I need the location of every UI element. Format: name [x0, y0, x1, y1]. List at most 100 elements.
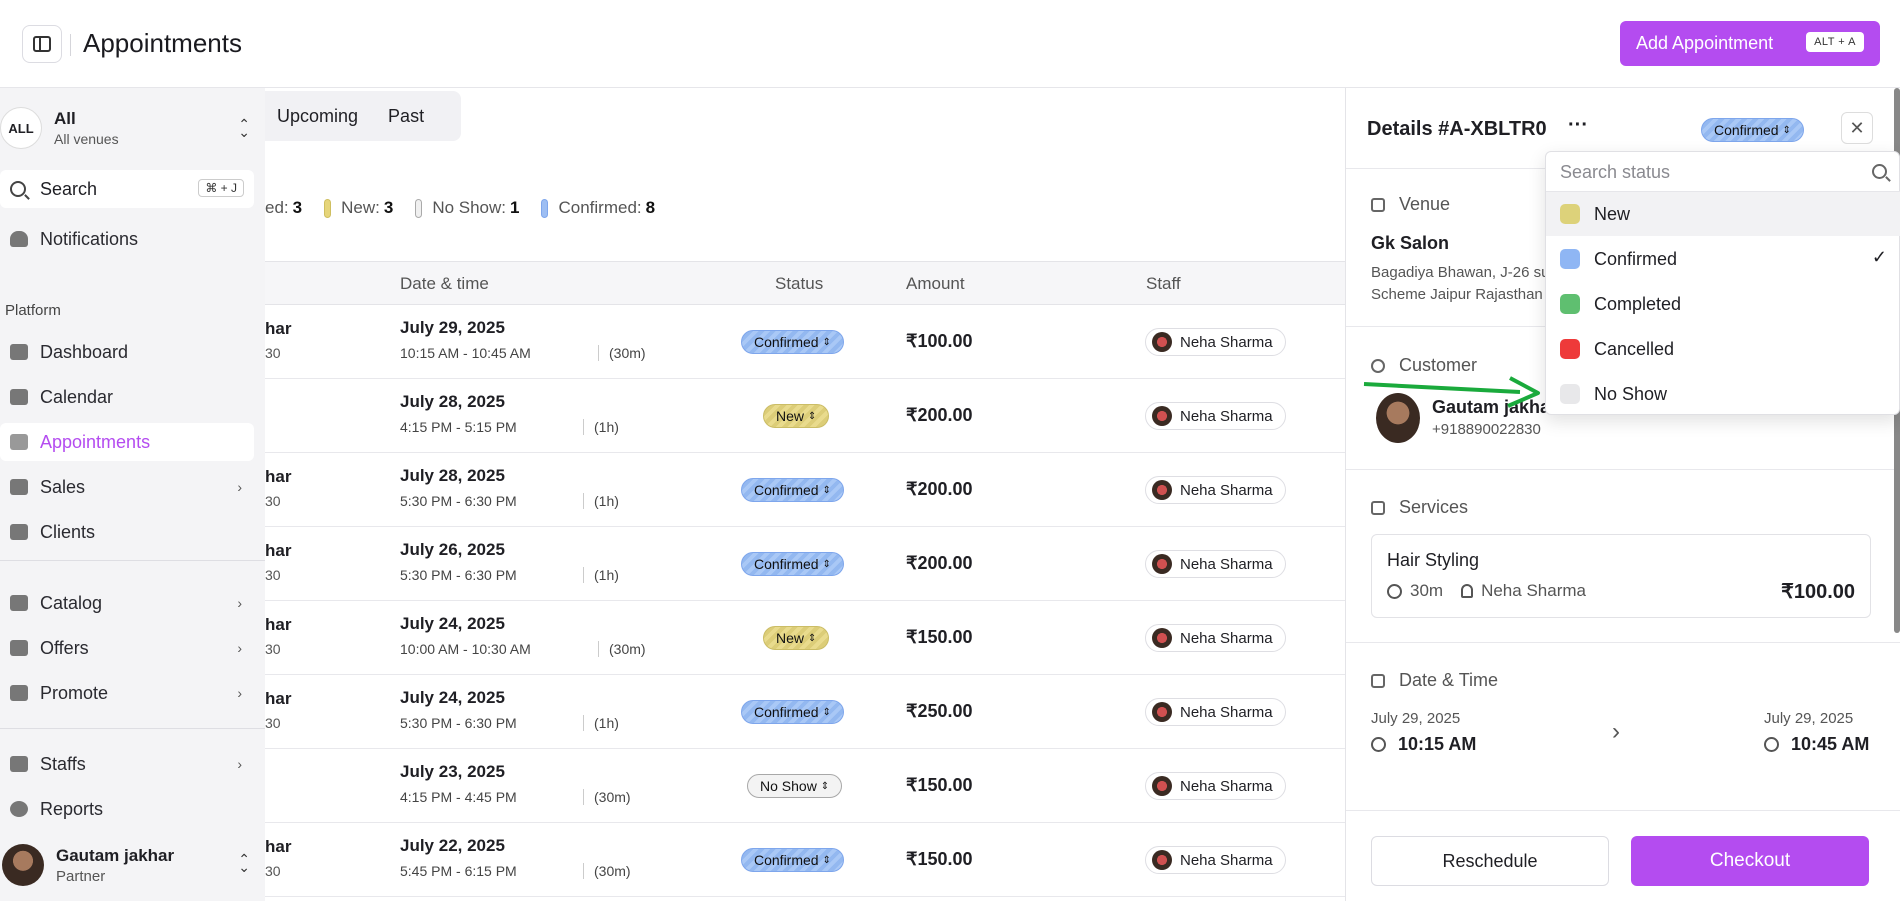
tab-past[interactable]: Past	[388, 106, 424, 127]
venue-selector[interactable]: ALL All All venues ⌃ ⌄	[0, 100, 262, 156]
appointment-amount: ₹200.00	[906, 479, 973, 499]
sidebar-item-calendar[interactable]: Calendar	[0, 378, 254, 416]
status-badge[interactable]: Confirmed ⇕	[741, 848, 844, 872]
staff-chip: Neha Sharma	[1145, 698, 1286, 726]
calendar-icon	[10, 389, 28, 405]
column-header-staff: Staff	[1146, 274, 1181, 293]
color-swatch	[1560, 294, 1580, 314]
chevron-up-down-icon: ⇕	[807, 632, 817, 644]
venue-sub: All venues	[54, 131, 119, 147]
status-badge[interactable]: Confirmed ⇕	[741, 700, 844, 724]
services-section-label: Services	[1371, 497, 1468, 518]
sidebar-item-label: Reports	[40, 798, 104, 819]
appointment-time: 5:30 PM - 6:30 PM	[400, 715, 517, 731]
service-card[interactable]: Hair Styling 30m Neha Sharma ₹100.00	[1371, 534, 1871, 618]
status-badge[interactable]: No Show ⇕	[747, 774, 843, 798]
staff-chip: Neha Sharma	[1145, 772, 1286, 800]
staff-avatar	[1152, 480, 1172, 500]
appointment-time: 4:15 PM - 4:45 PM	[400, 789, 517, 805]
close-icon[interactable]: ✕	[1841, 112, 1873, 144]
sidebar-item-label: Notifications	[40, 228, 139, 249]
staff-avatar	[1152, 406, 1172, 426]
divider	[1346, 810, 1900, 811]
check-icon: ✓	[1871, 247, 1887, 267]
chevron-up-down-icon: ⇕	[807, 410, 817, 422]
table-row[interactable]: July 28, 2025 4:15 PM - 5:15 PM (1h) New ⇕ ₹…	[265, 379, 1345, 453]
sidebar-item-notifications[interactable]: Notifications	[0, 220, 254, 258]
sidebar-item-label: Catalog	[40, 592, 103, 613]
table-row[interactable]: har 30 July 24, 2025 5:30 PM - 6:30 PM (1h) C…	[265, 675, 1345, 749]
appointment-date: July 23, 2025	[400, 762, 505, 781]
chevron-up-down-icon: ⌃ ⌄	[238, 851, 250, 875]
checkout-button[interactable]: Checkout	[1631, 836, 1869, 886]
legend-item: ed: 3	[265, 198, 303, 217]
status-option-no-show[interactable]: No Show	[1546, 372, 1900, 416]
customer-name: har	[265, 319, 292, 338]
appointment-amount: ₹100.00	[906, 331, 973, 351]
legend-item: No Show: 1	[415, 198, 519, 218]
status-badge[interactable]: New ⇕	[763, 626, 830, 650]
service-name: Hair Styling	[1387, 550, 1480, 570]
column-header-date: Date & time	[400, 274, 489, 293]
sidebar-item-dashboard[interactable]: Dashboard	[0, 333, 254, 371]
appointment-amount: ₹150.00	[906, 849, 973, 869]
staff-avatar	[1152, 554, 1172, 574]
staff-chip: Neha Sharma	[1145, 846, 1286, 874]
divider	[1346, 642, 1900, 643]
status-option-new[interactable]: New	[1546, 192, 1900, 236]
sidebar-item-label: Clients	[40, 521, 96, 542]
sidebar-item-label: Dashboard	[40, 341, 129, 362]
sidebar-item-offers[interactable]: Offers ›	[0, 629, 254, 667]
sidebar-item-staffs[interactable]: Staffs ›	[0, 745, 254, 783]
sidebar-item-clients[interactable]: Clients	[0, 513, 254, 551]
table-row[interactable]: July 23, 2025 4:15 PM - 4:45 PM (30m) No Sh…	[265, 749, 1345, 823]
appointment-amount: ₹250.00	[906, 701, 973, 721]
datetime-section-label: Date & Time	[1371, 670, 1498, 691]
status-badge[interactable]: Confirmed ⇕	[741, 330, 844, 354]
bell-icon	[10, 231, 28, 247]
customer-phone: 30	[265, 641, 281, 657]
status-option-confirmed[interactable]: Confirmed ✓	[1546, 237, 1900, 281]
venue-section-label: Venue	[1371, 194, 1450, 215]
table-row[interactable]: har 30 July 29, 2025 10:15 AM - 10:45 AM (30…	[265, 305, 1345, 379]
pie-icon	[10, 801, 28, 817]
legend-item: New: 3	[324, 198, 393, 218]
section-label-platform: Platform	[5, 302, 61, 319]
sidebar-toggle-button[interactable]	[22, 25, 62, 63]
status-option-completed[interactable]: Completed	[1546, 282, 1900, 326]
status-option-cancelled[interactable]: Cancelled	[1546, 327, 1900, 371]
sidebar-item-appointments[interactable]: Appointments	[0, 423, 254, 461]
status-search-input[interactable]	[1560, 160, 1860, 184]
tag-icon	[10, 640, 28, 656]
details-status-dropdown[interactable]: Confirmed ⇕	[1701, 118, 1804, 142]
divider	[1346, 469, 1900, 470]
status-badge[interactable]: Confirmed ⇕	[741, 478, 844, 502]
service-meta: 30m Neha Sharma	[1387, 581, 1586, 601]
page-title: Appointments	[83, 28, 242, 58]
sidebar-item-reports[interactable]: Reports	[0, 790, 254, 828]
status-badge[interactable]: New ⇕	[763, 404, 830, 428]
sidebar-item-sales[interactable]: Sales ›	[0, 468, 254, 506]
customer-name: har	[265, 615, 292, 634]
status-dropdown-menu: New Confirmed ✓ Completed Cancelled No S…	[1545, 151, 1900, 415]
table-row[interactable]: har 30 July 24, 2025 10:00 AM - 10:30 AM (30…	[265, 601, 1345, 675]
status-badge[interactable]: Confirmed ⇕	[741, 552, 844, 576]
more-options-icon[interactable]: ···	[1568, 114, 1588, 137]
sidebar-item-promote[interactable]: Promote ›	[0, 674, 254, 712]
add-appointment-button[interactable]: Add Appointment ALT + A	[1620, 21, 1880, 66]
appointment-time: 10:00 AM - 10:30 AM	[400, 641, 531, 657]
arrow-right-icon: ›	[1612, 718, 1620, 745]
chevron-right-icon: ›	[237, 479, 242, 495]
appointment-time: 5:30 PM - 6:30 PM	[400, 493, 517, 509]
sidebar-item-catalog[interactable]: Catalog ›	[0, 584, 254, 622]
reschedule-button[interactable]: Reschedule	[1371, 836, 1609, 886]
user-menu[interactable]: Gautam jakhar Partner ⌃ ⌄	[0, 835, 262, 895]
tab-upcoming[interactable]: Upcoming	[277, 106, 358, 127]
sidebar-item-label: Offers	[40, 637, 89, 658]
table-row[interactable]: har 30 July 26, 2025 5:30 PM - 6:30 PM (1h) C…	[265, 527, 1345, 601]
sidebar-search[interactable]: Search ⌘ + J	[0, 170, 254, 208]
table-row[interactable]: har 30 July 22, 2025 5:45 PM - 6:15 PM (30m)…	[265, 823, 1345, 897]
column-header-amount: Amount	[906, 274, 965, 293]
table-row[interactable]: har 30 July 28, 2025 5:30 PM - 6:30 PM (1h) C…	[265, 453, 1345, 527]
appointment-duration: (1h)	[583, 493, 619, 509]
